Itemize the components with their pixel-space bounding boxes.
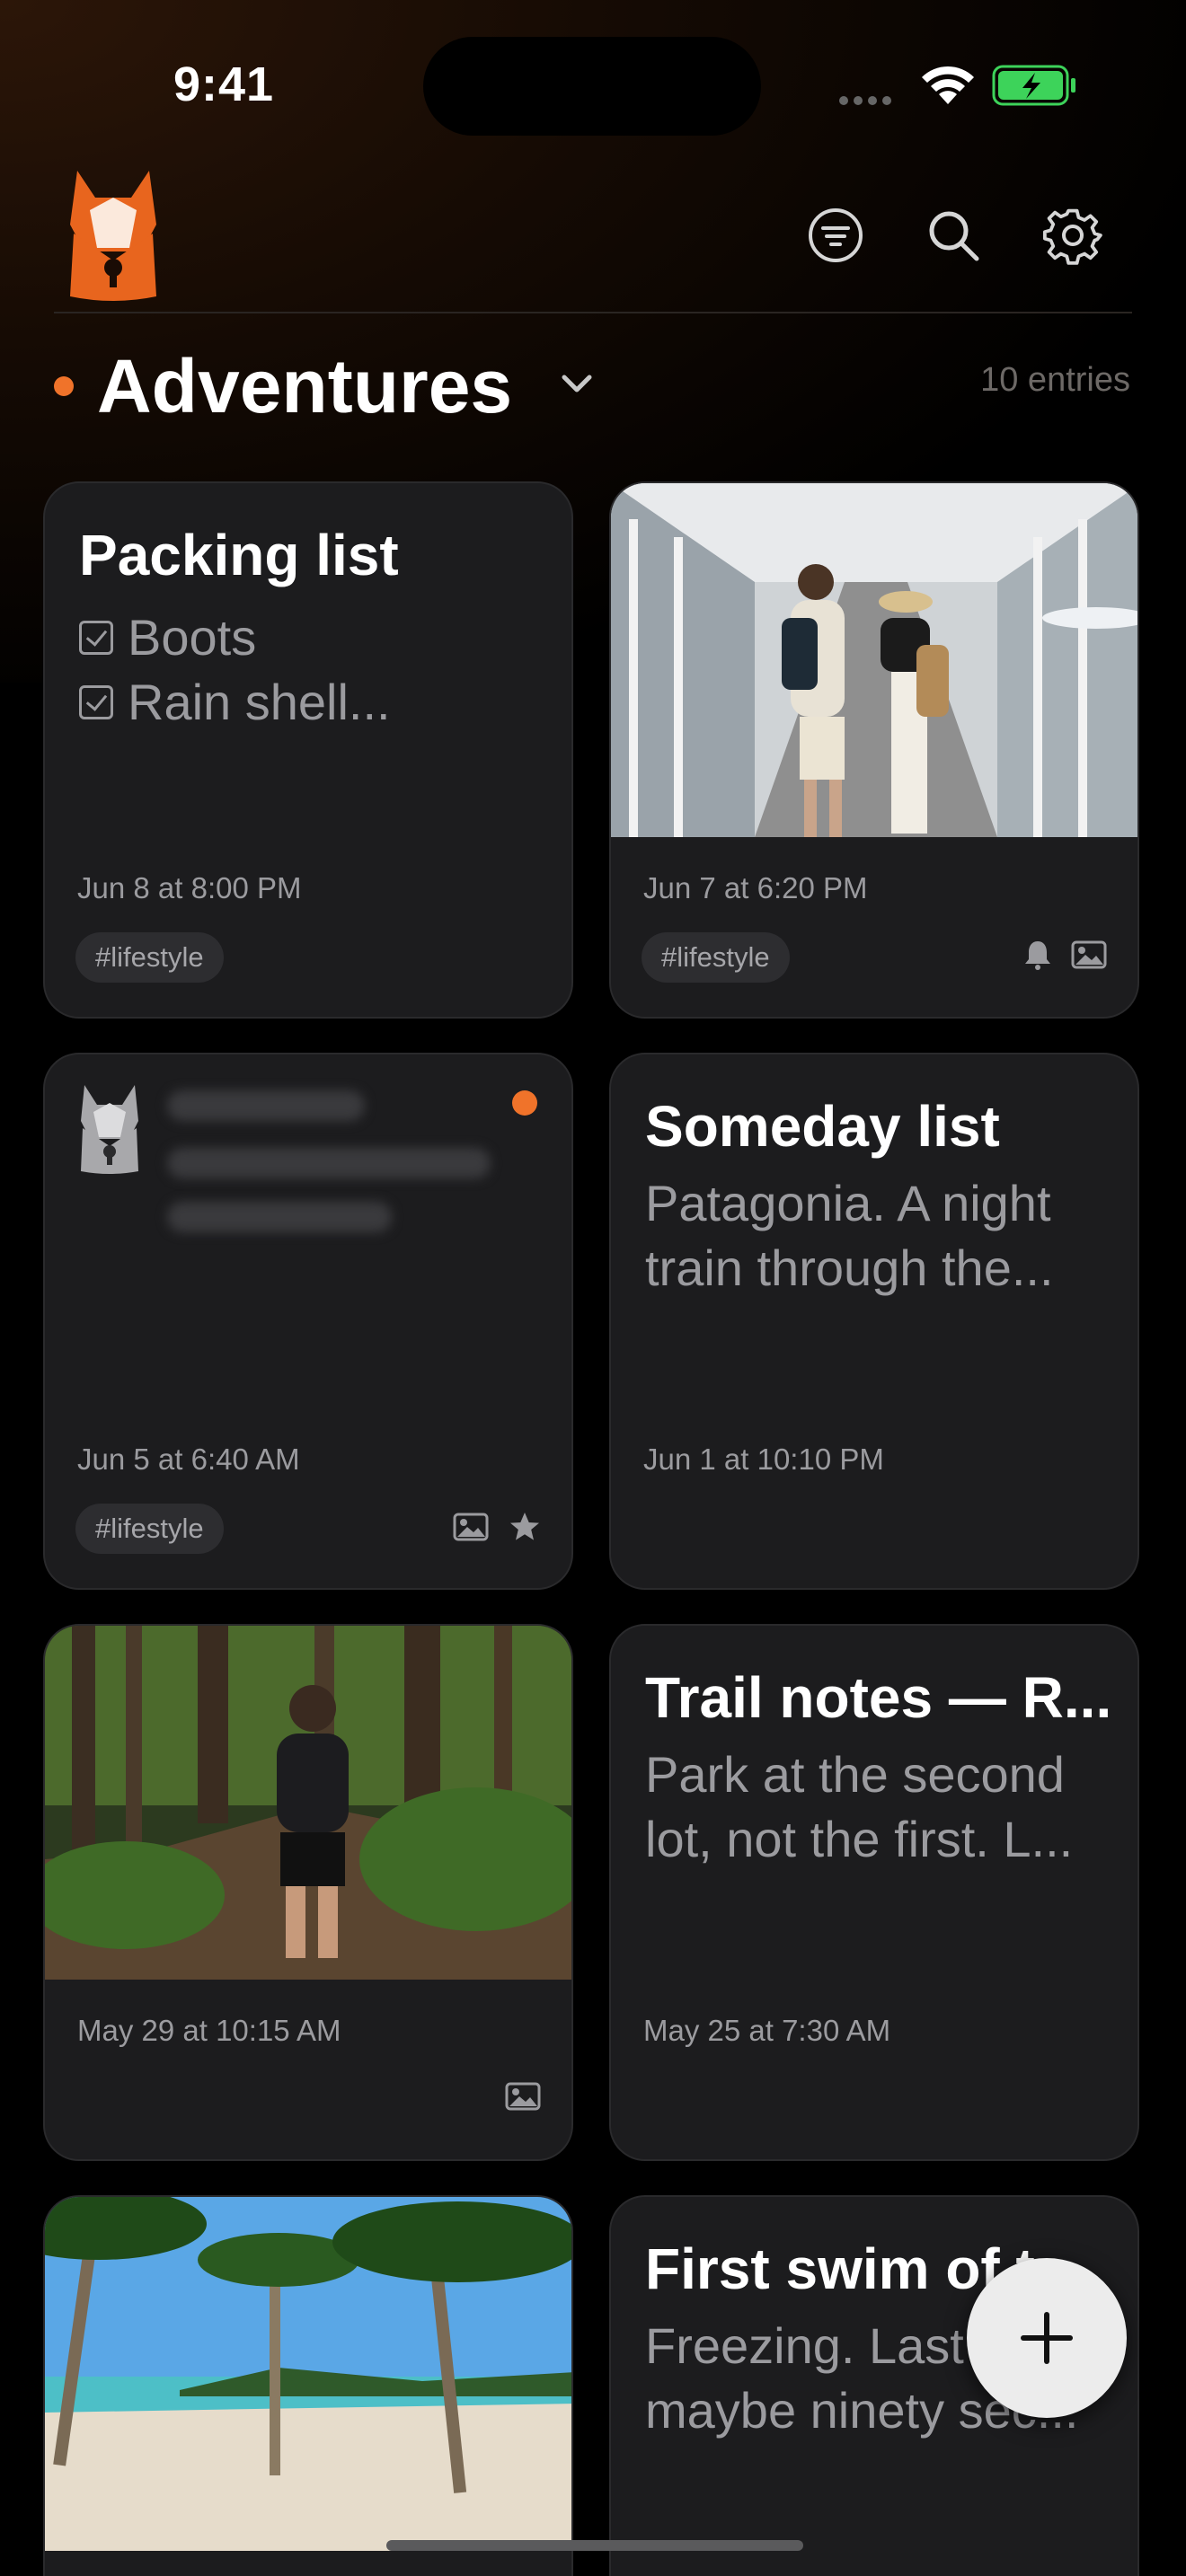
header-divider (54, 312, 1132, 313)
entry-card-trail-notes[interactable]: Trail notes — R... Park at the second lo… (609, 1624, 1139, 2161)
unread-dot (512, 1090, 537, 1116)
tag-chip[interactable]: #lifestyle (75, 932, 224, 983)
entry-preview: Park at the second lot, not the first. L… (645, 1746, 1074, 1867)
checklist-item: Boots (79, 605, 544, 670)
image-icon (1071, 940, 1107, 969)
notebook-color-dot (54, 376, 74, 396)
image-icon (453, 1513, 489, 1541)
entry-photo (611, 483, 1137, 837)
tag-chip[interactable]: #lifestyle (75, 1504, 224, 1554)
redacted-text (167, 1202, 392, 1232)
tag-chip[interactable]: #lifestyle (642, 932, 790, 983)
checklist-item: Rain shell... (79, 670, 544, 735)
dynamic-island (423, 37, 761, 136)
checklist-item-label: Boots (128, 609, 257, 666)
entry-date: Jun 1 at 10:10 PM (643, 1442, 884, 1476)
entry-date: Jun 8 at 8:00 PM (77, 871, 302, 904)
entry-card-packing-list[interactable]: Packing list Boots Rain shell... Jun 8 a… (43, 481, 573, 1019)
battery-charging-icon (992, 65, 1075, 106)
entry-date: May 29 at 10:15 AM (77, 2014, 341, 2047)
entry-date: Jun 5 at 6:40 AM (77, 1442, 300, 1476)
locked-fox-icon (81, 1085, 138, 1174)
checklist-item-label: Rain shell... (128, 674, 391, 730)
notebook-title[interactable]: Adventures (97, 341, 512, 431)
cellular-signal-icon (839, 93, 897, 110)
star-icon (510, 1513, 539, 1540)
search-icon (929, 211, 979, 261)
entry-title: Someday list (645, 1094, 1000, 1159)
search-button[interactable] (921, 203, 986, 268)
plus-icon (1021, 2312, 1073, 2364)
entry-card-photo-airport[interactable]: Jun 7 at 6:20 PM #lifestyle (609, 481, 1139, 1019)
status-time: 9:41 (173, 57, 275, 111)
bell-icon (1025, 941, 1050, 970)
redacted-text (167, 1148, 491, 1178)
wifi-icon (922, 66, 974, 104)
home-indicator[interactable] (386, 2540, 803, 2551)
filter-button[interactable] (803, 203, 868, 268)
settings-button[interactable] (1040, 203, 1105, 268)
filter-icon (809, 208, 863, 262)
entry-photo (45, 1626, 571, 1980)
entry-checklist: Boots Rain shell... (79, 605, 544, 735)
checkbox-checked-icon (79, 621, 113, 655)
entry-title: Trail notes — R... (645, 1665, 1111, 1730)
checkbox-checked-icon (79, 685, 113, 719)
redacted-title (167, 1090, 365, 1121)
entry-card-locked[interactable]: Jun 5 at 6:40 AM #lifestyle (43, 1053, 573, 1590)
gear-icon (1043, 208, 1102, 265)
entry-date: May 25 at 7:30 AM (643, 2014, 891, 2047)
entry-card-someday-list[interactable]: Someday list Patagonia. A night train th… (609, 1053, 1139, 1590)
entry-preview: Patagonia. A night train through the... (645, 1175, 1054, 1296)
image-icon (505, 2082, 541, 2111)
entry-card-photo-forest[interactable]: May 29 at 10:15 AM (43, 1624, 573, 2161)
entry-photo (45, 2197, 571, 2551)
entry-date: Jun 7 at 6:20 PM (643, 871, 868, 904)
new-entry-button[interactable] (967, 2258, 1127, 2418)
entry-count: 10 entries (980, 361, 1130, 399)
entry-title: Packing list (79, 523, 399, 587)
entry-card-photo-beach[interactable] (43, 2195, 573, 2576)
app-logo-fox-icon (70, 171, 156, 301)
chevron-down-icon[interactable] (557, 364, 597, 403)
